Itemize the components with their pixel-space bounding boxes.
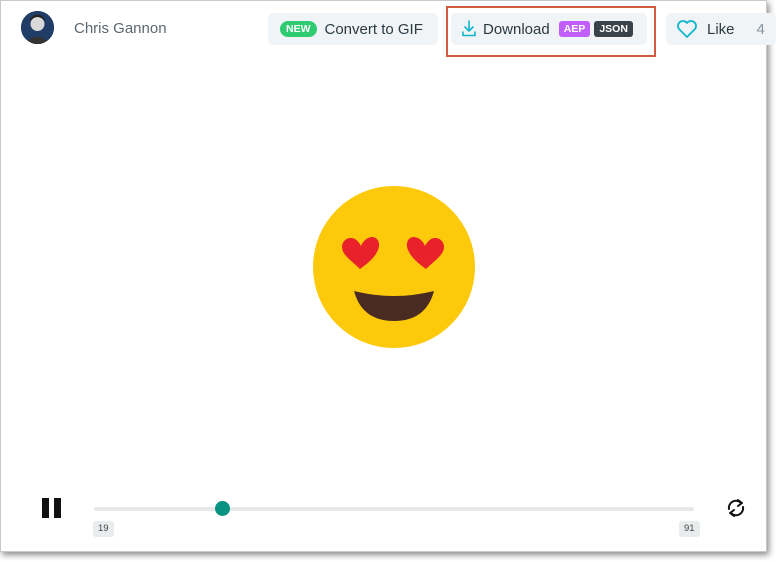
lottie-preview-window: Chris Gannon NEW Convert to GIF Download… bbox=[0, 0, 776, 552]
download-button[interactable]: Download AEP JSON bbox=[451, 13, 647, 45]
loop-icon[interactable] bbox=[725, 496, 747, 520]
convert-to-gif-button[interactable]: NEW Convert to GIF bbox=[268, 13, 438, 45]
heart-outline-icon bbox=[677, 20, 697, 38]
pause-button[interactable] bbox=[42, 498, 62, 518]
heart-eyes-emoji-animation bbox=[313, 186, 475, 348]
author-name[interactable]: Chris Gannon bbox=[74, 20, 167, 37]
download-aep-tag[interactable]: AEP bbox=[558, 21, 591, 37]
new-badge: NEW bbox=[280, 21, 317, 37]
start-frame-label: 19 bbox=[93, 521, 114, 537]
download-json-tag[interactable]: JSON bbox=[594, 21, 633, 37]
like-button[interactable]: Like 4 bbox=[666, 13, 776, 45]
timeline-track[interactable] bbox=[94, 507, 694, 511]
pause-icon bbox=[42, 498, 49, 518]
like-count: 4 bbox=[756, 20, 765, 38]
timeline-scrubber-handle[interactable] bbox=[215, 501, 230, 516]
download-label: Download bbox=[483, 20, 550, 38]
end-frame-label: 91 bbox=[679, 521, 700, 537]
download-icon bbox=[462, 20, 476, 37]
avatar-icon bbox=[21, 11, 54, 44]
author-avatar[interactable] bbox=[21, 11, 54, 44]
like-label: Like bbox=[707, 20, 735, 38]
convert-to-gif-label: Convert to GIF bbox=[324, 20, 423, 38]
